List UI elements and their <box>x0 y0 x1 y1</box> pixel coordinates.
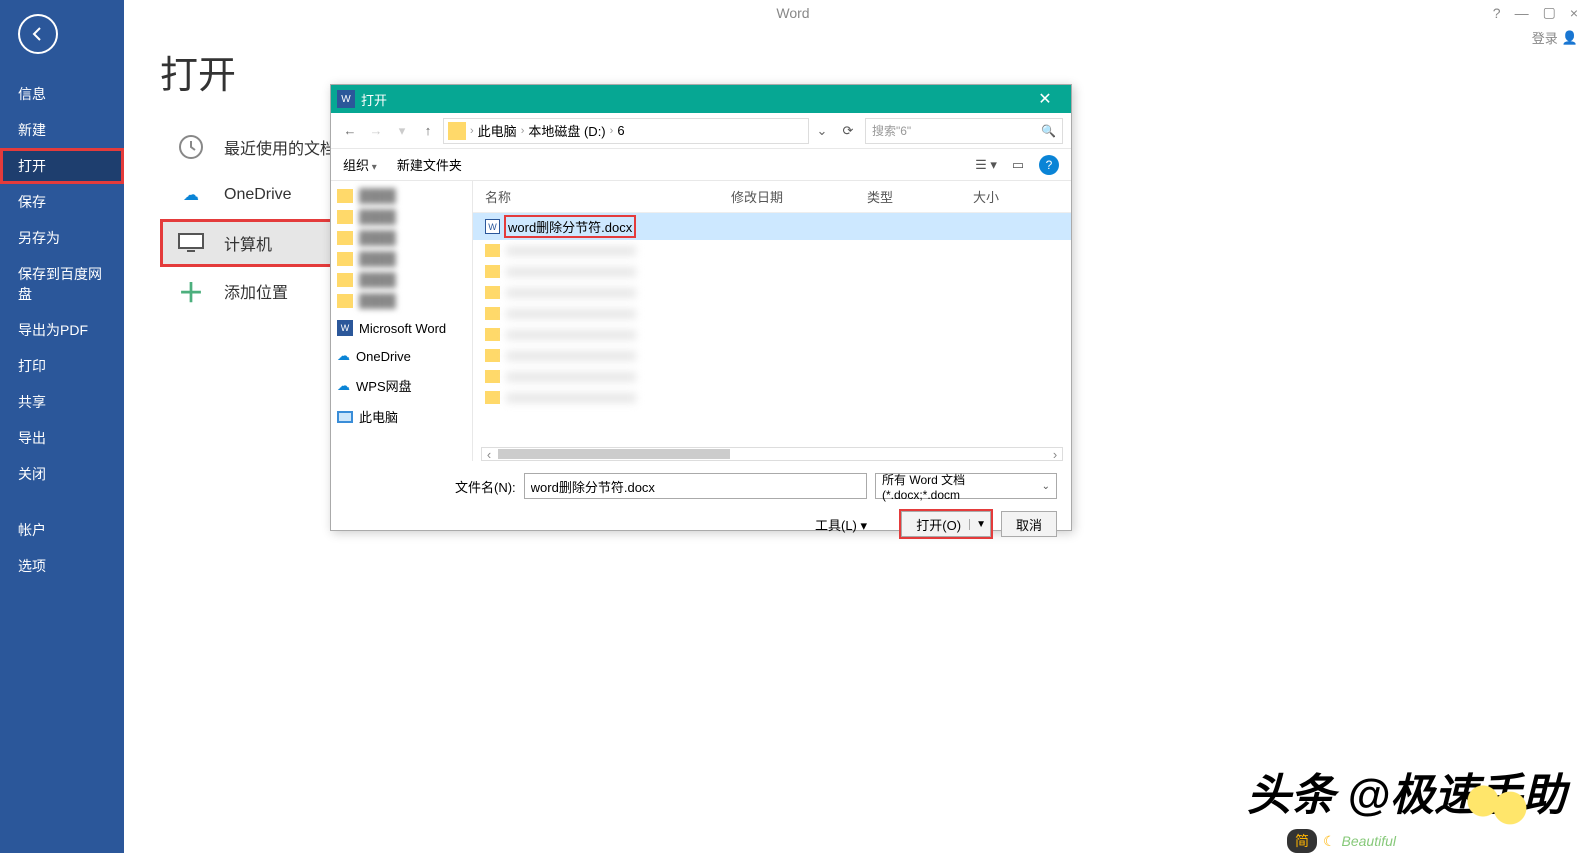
menu-save-baidu[interactable]: 保存到百度网盘 <box>0 256 124 312</box>
folder-icon <box>485 370 500 383</box>
watermark-badge: 简 ☾ Beautiful <box>1287 829 1396 853</box>
filename-input[interactable] <box>524 473 867 499</box>
horizontal-scrollbar[interactable]: ‹› <box>481 447 1063 461</box>
tree-onedrive[interactable]: ☁OneDrive <box>331 345 472 367</box>
file-row[interactable] <box>473 282 1071 303</box>
folder-icon <box>485 265 500 278</box>
dialog-titlebar: W 打开 ✕ <box>331 85 1071 113</box>
nav-back-icon[interactable]: ← <box>339 123 361 138</box>
file-row[interactable] <box>473 345 1071 366</box>
tree-folder[interactable]: ████ <box>331 290 472 311</box>
menu-export-pdf[interactable]: 导出为PDF <box>0 312 124 348</box>
col-type[interactable]: 类型 <box>867 187 973 206</box>
search-placeholder: 搜索"6" <box>872 122 911 139</box>
tree-wps[interactable]: ☁WPS网盘 <box>331 373 472 398</box>
file-filter-dropdown[interactable]: 所有 Word 文档(*.docx;*.docm⌄ <box>875 473 1057 499</box>
dialog-navbar: ← → ▾ ↑ › 此电脑 › 本地磁盘 (D:) › 6 ⌄ ⟳ 搜索"6" … <box>331 113 1071 149</box>
dialog-title: 打开 <box>361 90 387 109</box>
tree-folder[interactable]: ████ <box>331 248 472 269</box>
menu-save[interactable]: 保存 <box>0 184 124 220</box>
preview-icon[interactable]: ▭ <box>1007 156 1029 174</box>
menu-account[interactable]: 帐户 <box>0 512 124 548</box>
dialog-help-icon[interactable]: ? <box>1039 155 1059 175</box>
breadcrumb-folder[interactable]: 6 <box>617 123 624 138</box>
file-row[interactable] <box>473 240 1071 261</box>
clock-icon <box>176 135 206 159</box>
breadcrumb-root[interactable]: 此电脑 <box>478 121 517 140</box>
refresh-icon[interactable]: ⟳ <box>835 123 861 139</box>
organize-button[interactable]: 组织 <box>343 155 377 174</box>
location-label: 计算机 <box>224 231 272 255</box>
new-folder-button[interactable]: 新建文件夹 <box>397 155 462 174</box>
file-row[interactable] <box>473 324 1071 345</box>
search-input[interactable]: 搜索"6" 🔍 <box>865 118 1063 144</box>
location-label: 最近使用的文档 <box>224 135 336 159</box>
folder-icon <box>448 122 466 140</box>
nav-up-icon[interactable]: ↑ <box>417 123 439 138</box>
folder-icon <box>485 307 500 320</box>
menu-options[interactable]: 选项 <box>0 548 124 584</box>
folder-icon <box>485 328 500 341</box>
file-row[interactable] <box>473 387 1071 408</box>
folder-icon <box>485 286 500 299</box>
folder-icon <box>485 391 500 404</box>
search-icon: 🔍 <box>1041 124 1056 138</box>
folder-icon <box>485 349 500 362</box>
menu-close[interactable]: 关闭 <box>0 456 124 492</box>
docx-icon: W <box>485 219 500 234</box>
plus-icon: ＋ <box>176 279 206 303</box>
menu-info[interactable]: 信息 <box>0 76 124 112</box>
view-icon[interactable]: ☰ ▾ <box>975 156 997 174</box>
cloud-icon: ☁ <box>176 183 206 207</box>
tree-folder[interactable]: ████ <box>331 185 472 206</box>
col-size[interactable]: 大小 <box>973 187 1059 206</box>
backstage-sidebar: 信息 新建 打开 保存 另存为 保存到百度网盘 导出为PDF 打印 共享 导出 … <box>0 0 124 853</box>
menu-share[interactable]: 共享 <box>0 384 124 420</box>
tree-thispc[interactable]: 此电脑 <box>331 404 472 429</box>
dialog-toolbar: 组织 新建文件夹 ☰ ▾ ▭ ? <box>331 149 1071 181</box>
tree-folder[interactable]: ████ <box>331 227 472 248</box>
file-row[interactable] <box>473 303 1071 324</box>
dialog-close-button[interactable]: ✕ <box>1025 89 1065 109</box>
file-row-selected[interactable]: Wword删除分节符.docx <box>473 213 1071 240</box>
menu-new[interactable]: 新建 <box>0 112 124 148</box>
menu-export[interactable]: 导出 <box>0 420 124 456</box>
word-icon: W <box>337 90 355 108</box>
file-name: word删除分节符.docx <box>506 217 634 236</box>
back-button[interactable] <box>18 14 58 54</box>
file-list-header: 名称 修改日期 类型 大小 <box>473 181 1071 213</box>
watermark-flower-icon <box>1456 773 1546 843</box>
menu-open[interactable]: 打开 <box>0 148 124 184</box>
col-modified[interactable]: 修改日期 <box>731 187 867 206</box>
location-label: 添加位置 <box>224 279 288 303</box>
folder-tree[interactable]: ████ ████ ████ ████ ████ ████ WMicrosoft… <box>331 181 473 461</box>
breadcrumb-drive[interactable]: 本地磁盘 (D:) <box>528 121 605 140</box>
file-row[interactable] <box>473 366 1071 387</box>
open-button[interactable]: 打开(O)▼ <box>901 511 991 537</box>
open-dialog: W 打开 ✕ ← → ▾ ↑ › 此电脑 › 本地磁盘 (D:) › 6 ⌄ ⟳… <box>330 84 1072 531</box>
menu-saveas[interactable]: 另存为 <box>0 220 124 256</box>
backstage-menu: 信息 新建 打开 保存 另存为 保存到百度网盘 导出为PDF 打印 共享 导出 … <box>0 76 124 584</box>
file-list[interactable]: 名称 修改日期 类型 大小 Wword删除分节符.docx ‹› <box>473 181 1071 461</box>
nav-recent-icon[interactable]: ▾ <box>391 123 413 139</box>
tree-msword[interactable]: WMicrosoft Word <box>331 317 472 339</box>
cancel-button[interactable]: 取消 <box>1001 511 1057 537</box>
file-row[interactable] <box>473 261 1071 282</box>
dialog-body: ████ ████ ████ ████ ████ ████ WMicrosoft… <box>331 181 1071 461</box>
nav-forward-icon[interactable]: → <box>365 123 387 138</box>
col-name[interactable]: 名称 <box>485 187 731 206</box>
menu-print[interactable]: 打印 <box>0 348 124 384</box>
tools-dropdown[interactable]: 工具(L) ▾ <box>345 515 867 534</box>
location-label: OneDrive <box>224 186 292 204</box>
filename-label: 文件名(N): <box>345 477 516 496</box>
tree-folder[interactable]: ████ <box>331 269 472 290</box>
address-dropdown-icon[interactable]: ⌄ <box>813 123 831 139</box>
address-bar[interactable]: › 此电脑 › 本地磁盘 (D:) › 6 <box>443 118 809 144</box>
tree-folder[interactable]: ████ <box>331 206 472 227</box>
computer-icon <box>176 231 206 255</box>
folder-icon <box>485 244 500 257</box>
moon-icon: ☾ <box>1323 833 1336 850</box>
dialog-footer: 文件名(N): 所有 Word 文档(*.docx;*.docm⌄ 工具(L) … <box>331 461 1071 547</box>
